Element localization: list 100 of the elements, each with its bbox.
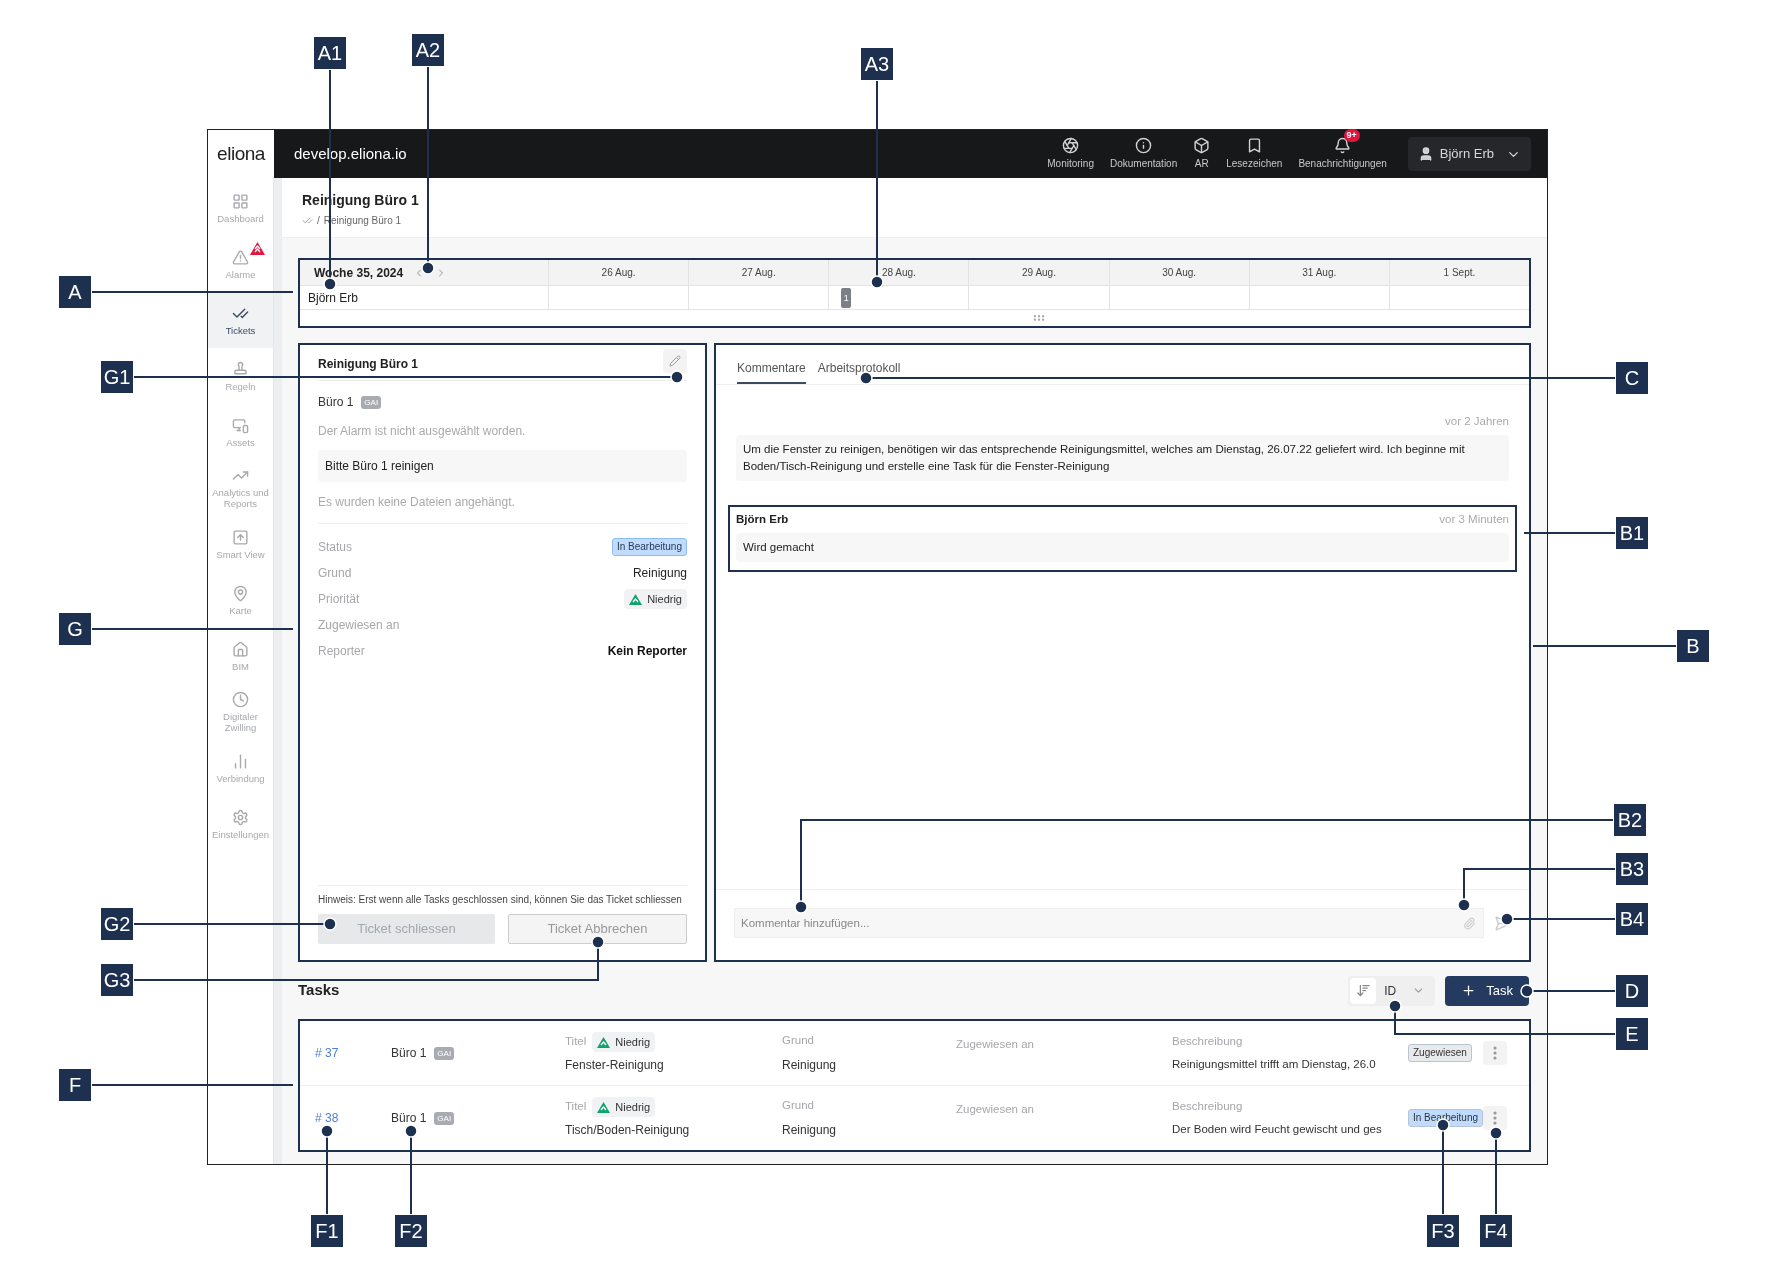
column-label: Titel <box>565 1034 587 1050</box>
sort-value: ID <box>1384 982 1397 1000</box>
task-title: Tisch/Boden-Reinigung <box>565 1122 691 1140</box>
triangle-icon <box>629 593 643 605</box>
nav-button[interactable]: Dokumentation <box>1106 137 1181 171</box>
field-label: Zugewiesen an <box>318 617 400 634</box>
tab[interactable]: Kommentare <box>737 359 806 384</box>
triangle-icon <box>597 1101 611 1113</box>
info-icon <box>1135 137 1153 154</box>
column-label: Beschreibung <box>1172 1098 1244 1114</box>
callout-label: A <box>58 275 92 309</box>
aperture-icon <box>1062 137 1080 154</box>
comment-input-field[interactable]: Kommentar hinzufügen... <box>734 908 1484 938</box>
sidebar-item[interactable]: Digitaler Zwilling <box>208 684 273 740</box>
task-description: Reinigungsmittel trifft am Dienstag, 26.0 <box>1172 1057 1377 1072</box>
day-header: 30 Aug. <box>1108 260 1249 285</box>
sidebar-item[interactable]: Verbindung <box>208 740 273 796</box>
comment-time: vor 3 Minuten <box>1439 512 1509 528</box>
clock-icon <box>232 691 249 708</box>
day-header: 29 Aug. <box>968 260 1109 285</box>
notification-badge: 9+ <box>1343 129 1360 142</box>
callout-label: G2 <box>100 907 134 941</box>
hint-text: Hinweis: Erst wenn alle Tasks geschlossen sind, können Sie das Ticket schliessen <box>318 894 683 906</box>
comment-author: Björn Erb <box>736 512 789 528</box>
callout-label: B3 <box>1615 852 1649 886</box>
building-icon <box>232 640 249 658</box>
task-id-link[interactable]: # 38 <box>315 1109 391 1127</box>
status-badge: In Bearbeitung <box>611 538 687 556</box>
priority-badge: Niedrig <box>592 1096 656 1118</box>
task-id-link[interactable]: # 37 <box>315 1044 391 1062</box>
map-pin-icon <box>232 584 249 602</box>
status-badge: In Bearbeitung <box>1408 1109 1484 1127</box>
sidebar-item[interactable]: Assets <box>208 404 273 460</box>
callout-label: F <box>58 1068 92 1102</box>
edit-button[interactable] <box>663 348 687 373</box>
sidebar-item[interactable]: Dashboard <box>208 180 273 236</box>
sidebar-item[interactable]: Regeln <box>208 348 273 404</box>
column-label: Grund <box>782 1098 815 1114</box>
more-button[interactable] <box>1483 1106 1508 1130</box>
tab[interactable]: Arbeitsprotokoll <box>817 359 901 384</box>
field-label: Status <box>318 539 353 556</box>
day-header: 27 Aug. <box>688 260 829 285</box>
field-label: Grund <box>318 565 352 582</box>
breadcrumb-separator: / <box>317 214 320 228</box>
sidebar-item[interactable]: Tickets <box>208 292 273 348</box>
sidebar-item[interactable]: BIM <box>208 628 273 684</box>
add-task-button[interactable]: Task <box>1445 975 1529 1006</box>
sort-select[interactable]: ID <box>1348 975 1436 1006</box>
field-label: Priorität <box>318 591 360 608</box>
callout-label: A1 <box>313 36 347 70</box>
event-marker[interactable]: 1 <box>841 288 852 308</box>
sidebar-item[interactable]: Einstellungen <box>208 796 273 852</box>
day-header: 1 Sept. <box>1388 260 1529 285</box>
task-reason: Reinigung <box>782 1056 838 1074</box>
field-value: Reinigung <box>632 565 687 582</box>
task-row[interactable]: # 37 Büro 1 GAI Titel Niedrig Fenster-Reinigung Grund Reinigung Zugewiesen an Beschreibung Reinigungsmittel trifft am Dienstag, 26.0 Zugewiesen <box>300 1021 1529 1085</box>
callout-label: B4 <box>1615 902 1649 936</box>
alarm-note: Der Alarm ist nicht ausgewählt worden. <box>318 423 527 440</box>
callout-label: F3 <box>1426 1214 1460 1248</box>
tag: GAI <box>361 395 382 409</box>
callout-label: E <box>1615 1017 1649 1051</box>
files-note: Es wurden keine Dateien angehängt. <box>318 493 687 524</box>
sidebar-item[interactable]: Analytics und Reports <box>208 460 273 516</box>
person-label: Björn Erb <box>308 289 359 307</box>
column-label: Beschreibung <box>1172 1033 1244 1049</box>
field-value: Kein Reporter <box>607 643 687 660</box>
tag: GAI <box>434 1046 455 1060</box>
location-label: Büro 1 <box>318 394 354 411</box>
ticket-button[interactable]: Ticket Abbrechen <box>508 914 687 944</box>
callout-label: F4 <box>1479 1214 1513 1248</box>
triangle-icon <box>597 1036 611 1048</box>
column-label: Titel <box>565 1099 587 1115</box>
status-badge: Zugewiesen <box>1408 1044 1472 1062</box>
column-label: Grund <box>782 1033 815 1049</box>
callout-label: F2 <box>394 1214 428 1248</box>
nav-button[interactable]: AR <box>1190 137 1214 171</box>
nav-button[interactable]: Monitoring <box>1044 137 1097 171</box>
sort-icon <box>1355 983 1371 998</box>
sidebar-item[interactable]: Alarme <box>208 236 273 292</box>
task-reason: Reinigung <box>782 1121 838 1139</box>
priority-badge: Niedrig <box>592 1031 656 1053</box>
field-label: Reporter <box>318 643 365 660</box>
tasks-heading: Tasks <box>298 980 340 1001</box>
location-label: Büro 1 <box>391 1110 427 1127</box>
callout-label: A2 <box>411 33 445 67</box>
paperclip-icon[interactable] <box>1463 917 1476 930</box>
column-label: Zugewiesen an <box>956 1103 1034 1115</box>
domain-title: develop.eliona.io <box>294 143 407 164</box>
double-check-icon <box>302 215 313 226</box>
callout-label: B2 <box>1613 803 1647 837</box>
upload-square-icon <box>232 528 249 546</box>
sidebar-item[interactable]: Karte <box>208 572 273 628</box>
task-title: Fenster-Reinigung <box>565 1057 665 1075</box>
sidebar-item[interactable]: Smart View <box>208 516 273 572</box>
warning-icon <box>232 248 249 266</box>
more-button[interactable] <box>1483 1041 1507 1065</box>
task-description: Der Boden wird Feucht gewischt und ges <box>1172 1122 1383 1137</box>
nav-button[interactable]: Lesezeichen <box>1223 137 1286 171</box>
callout-label: B <box>1676 629 1710 663</box>
user-menu-button[interactable]: Björn Erb <box>1407 137 1531 171</box>
